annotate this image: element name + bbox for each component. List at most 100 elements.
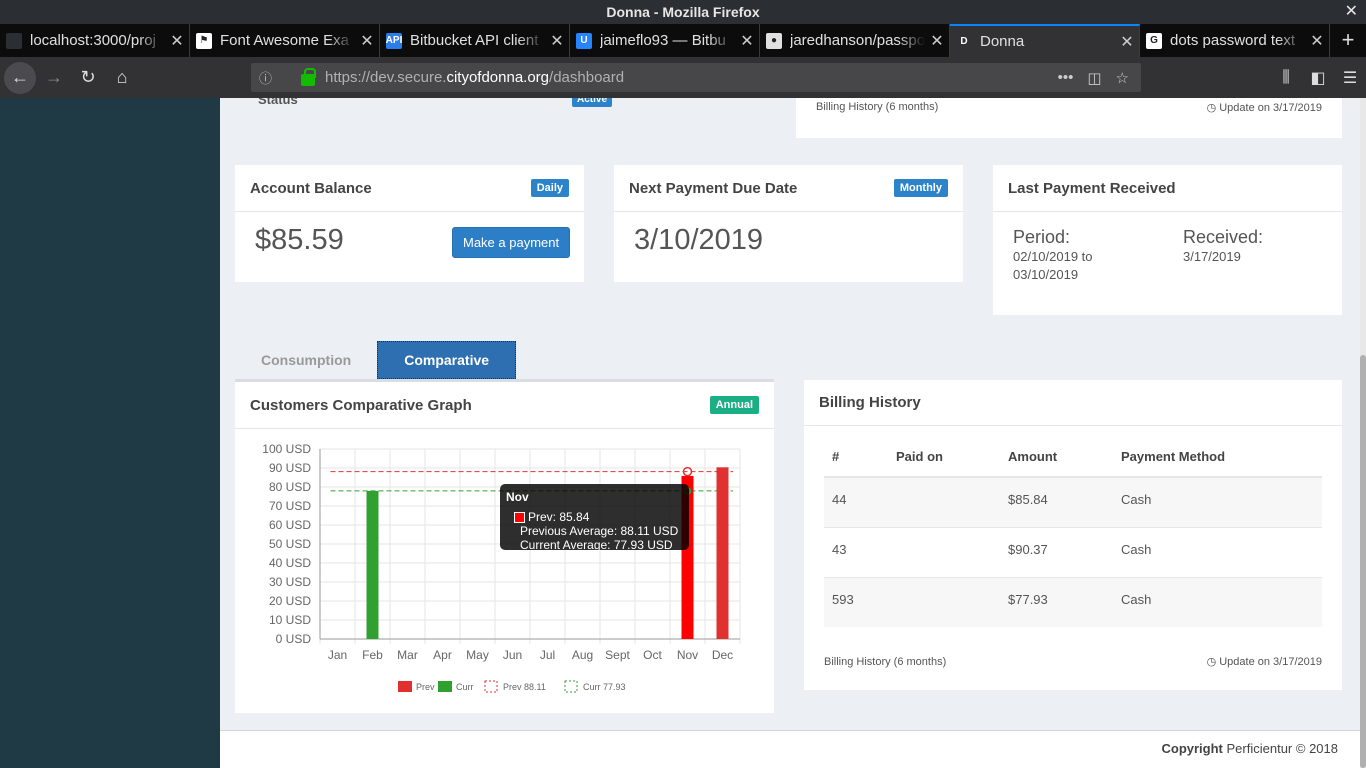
browser-tab[interactable]: API Bitbucket API client ✕ <box>380 24 570 57</box>
y-tick-label: 90 USD <box>269 461 311 475</box>
page-scrollbar-thumb[interactable] <box>1360 355 1366 768</box>
tab-title: Font Awesome Exa <box>220 32 349 49</box>
x-tick-label: May <box>466 648 489 662</box>
browser-tab[interactable]: Gdots password text ✕ <box>1140 24 1330 57</box>
billing-history-table: # Paid on Amount Payment Method 44 $85.8… <box>824 437 1322 627</box>
x-tick-label: Mar <box>397 648 418 662</box>
x-tick-label: Apr <box>433 648 452 662</box>
tab-favicon-icon: ● <box>766 32 782 49</box>
billing-history-update-note: ◷ Update on 3/17/2019 <box>1206 656 1322 668</box>
col-payment-method: Payment Method <box>1113 437 1322 478</box>
browser-tab[interactable]: D Donna ✕ <box>950 24 1140 57</box>
clock-icon: ◷ <box>1206 102 1217 114</box>
reload-button[interactable]: ↻ <box>72 62 104 94</box>
table-row: 43 $90.37 Cash <box>824 527 1322 578</box>
period-value-start: 02/10/2019 to <box>1013 249 1093 264</box>
address-bar[interactable]: ⓘ https://dev.secure.cityofdonna.org/das… <box>251 63 1141 92</box>
billing-history-footer-note: Billing History (6 months) <box>824 656 947 668</box>
browser-tab-strip: localhost:3000/proj ✕ ⚑ Font Awesome Exa ✕ AP… <box>0 24 1366 57</box>
y-tick-label: 40 USD <box>269 556 311 570</box>
y-tick-label: 60 USD <box>269 518 311 532</box>
browser-tab[interactable]: Ujaimeflo93 — Bitbu ✕ <box>570 24 760 57</box>
account-balance-card: Account Balance Daily $85.59 Make a paym… <box>235 165 584 282</box>
status-label: Status <box>258 98 298 107</box>
tab-favicon-icon <box>6 32 22 49</box>
tooltip-line-prev: Prev: 85.84 <box>528 510 590 524</box>
legend-swatch <box>438 681 452 692</box>
view-tabs: Consumption Comparative <box>235 341 517 381</box>
x-tick-label: Nov <box>677 648 698 662</box>
browser-toolbar: ← → ↻ ⌂ ⓘ https://dev.secure.cityofdonna… <box>0 57 1366 98</box>
x-tick-label: Feb <box>362 648 383 662</box>
comparative-graph-card: Customers Comparative Graph Annual 0 USD… <box>235 382 774 713</box>
copyright-label: Copyright <box>1161 741 1223 756</box>
account-balance-value: $85.59 <box>255 224 344 256</box>
clock-icon: ◷ <box>1206 656 1217 668</box>
legend-swatch <box>398 681 412 692</box>
pocket-icon[interactable]: ◫ <box>1087 69 1101 87</box>
x-tick-label: Jan <box>328 648 347 662</box>
window-titlebar: Donna - Mozilla Firefox ✕ <box>0 0 1366 24</box>
bar <box>366 490 379 639</box>
tab-title: Donna <box>980 33 1025 50</box>
account-balance-title: Account Balance <box>250 179 372 197</box>
received-value: 3/17/2019 <box>1183 249 1241 264</box>
tab-close-icon[interactable]: ✕ <box>355 31 379 51</box>
tab-close-icon[interactable]: ✕ <box>545 31 569 51</box>
window-close-icon[interactable]: ✕ <box>1345 0 1358 24</box>
tab-favicon-icon: ⚑ <box>196 32 212 49</box>
browser-tab[interactable]: ● jaredhanson/passpo ✕ <box>760 24 950 57</box>
annual-badge: Annual <box>709 396 759 414</box>
legend-swatch <box>564 680 578 693</box>
tab-close-icon[interactable]: ✕ <box>735 31 759 51</box>
monthly-badge: Monthly <box>893 179 948 197</box>
library-icon[interactable]: ⫼ <box>1270 69 1302 87</box>
tab-consumption[interactable]: Consumption <box>235 341 377 379</box>
x-tick-label: Dec <box>712 648 733 662</box>
y-tick-label: 30 USD <box>269 575 311 589</box>
period-value-end: 03/10/2019 <box>1013 267 1079 282</box>
x-tick-label: Oct <box>643 648 662 662</box>
copyright-text: Perficientur © 2018 <box>1226 741 1338 756</box>
page-actions-icon[interactable]: ••• <box>1058 69 1074 87</box>
y-tick-label: 80 USD <box>269 480 311 494</box>
forward-button[interactable]: → <box>38 62 70 94</box>
browser-tab[interactable]: ⚑ Font Awesome Exa ✕ <box>190 24 380 57</box>
table-row: 593 $77.93 Cash <box>824 577 1322 627</box>
sidebar-icon[interactable]: ◧ <box>1302 68 1334 88</box>
next-payment-value: 3/10/2019 <box>634 224 764 256</box>
last-payment-title: Last Payment Received <box>1008 179 1176 197</box>
info-icon[interactable]: ⓘ <box>259 68 279 87</box>
x-tick-label: Jul <box>540 648 555 662</box>
daily-badge: Daily <box>530 179 569 197</box>
bookmark-star-icon[interactable]: ☆ <box>1116 69 1129 87</box>
browser-tab[interactable]: localhost:3000/proj ✕ <box>0 24 190 57</box>
back-button[interactable]: ← <box>4 61 36 94</box>
url-text[interactable]: https://dev.secure.cityofdonna.org/dashb… <box>325 69 1058 86</box>
col-paid-on: Paid on <box>888 437 1000 478</box>
tooltip-swatch <box>514 512 525 523</box>
tab-title: jaredhanson/passpo <box>790 32 925 49</box>
app-sidebar <box>0 98 220 768</box>
tooltip-title: Nov <box>506 490 529 504</box>
new-tab-button[interactable]: + <box>1330 24 1366 57</box>
legend-label: Prev 88.11 <box>503 682 546 692</box>
tab-close-icon[interactable]: ✕ <box>1115 32 1139 52</box>
received-label: Received: <box>1183 227 1264 247</box>
tab-favicon-icon: G <box>1146 32 1162 49</box>
legend-label: Curr <box>456 682 474 692</box>
tab-comparative[interactable]: Comparative <box>377 341 517 379</box>
home-button[interactable]: ⌂ <box>106 62 138 94</box>
legend-label: Curr 77.93 <box>583 682 626 692</box>
y-tick-label: 100 USD <box>262 442 311 456</box>
tab-close-icon[interactable]: ✕ <box>1305 31 1329 51</box>
menu-icon[interactable]: ☰ <box>1334 68 1366 88</box>
status-badge: Active <box>572 98 613 107</box>
make-payment-button[interactable]: Make a payment <box>452 227 571 258</box>
tab-close-icon[interactable]: ✕ <box>925 31 949 51</box>
window-title: Donna - Mozilla Firefox <box>606 4 760 20</box>
legend-swatch <box>484 680 498 693</box>
tab-title: dots password text <box>1170 32 1296 49</box>
tab-close-icon[interactable]: ✕ <box>165 31 189 51</box>
tab-favicon-icon: U <box>576 32 592 49</box>
